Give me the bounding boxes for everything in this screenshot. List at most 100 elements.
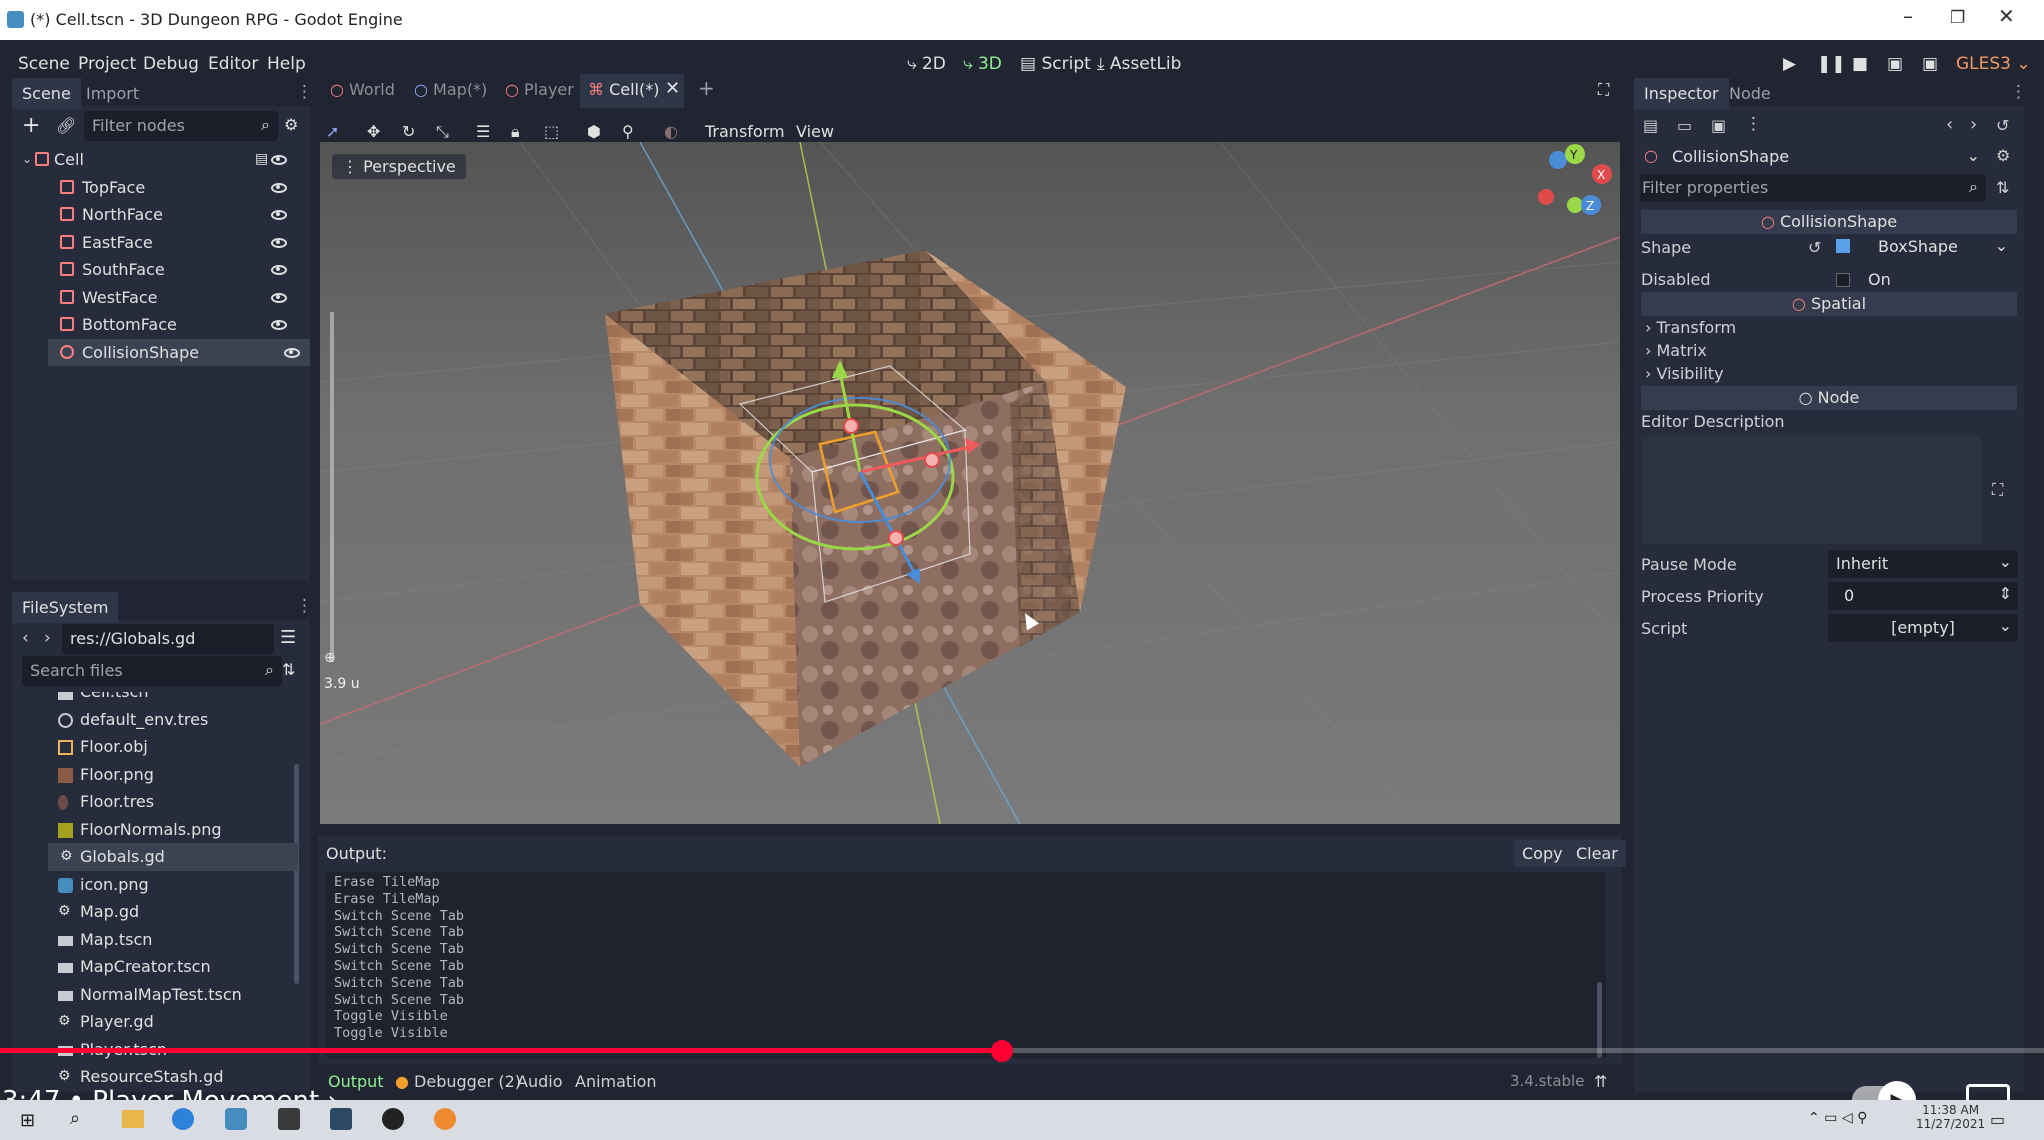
split-view-icon[interactable]: ☰	[280, 627, 296, 648]
app-icon[interactable]	[382, 1108, 404, 1130]
path-field[interactable]: res://Globals.gd	[62, 624, 274, 654]
script-resource-picker[interactable]: [empty] ⌄	[1828, 614, 2018, 642]
process-priority-spinbox[interactable]: 0 ⇕	[1828, 582, 2018, 610]
object-selector[interactable]: ○ CollisionShape ⌄	[1640, 144, 1990, 172]
lock-icon[interactable]: 🔒︎	[511, 122, 520, 142]
app-icon[interactable]	[278, 1108, 300, 1130]
file-item[interactable]: default_env.tres	[12, 706, 272, 734]
tab-filesystem[interactable]: FileSystem	[12, 592, 119, 623]
search-icon[interactable]: ⌕	[70, 1108, 80, 1129]
stop-icon[interactable]: ■	[1852, 54, 1868, 74]
tree-item-eastface[interactable]: EastFace	[12, 229, 297, 256]
mode-assetlib-button[interactable]: ⤓ AssetLib	[1097, 54, 1181, 74]
history-forward-icon[interactable]: ›	[1970, 114, 1977, 135]
tree-item-southface[interactable]: SouthFace	[12, 256, 297, 283]
view-menu[interactable]: View	[796, 122, 834, 141]
restore-icon[interactable]: ❐	[1950, 8, 1965, 28]
select-tool-icon[interactable]: ➚	[326, 122, 339, 141]
snap-icon[interactable]: ⚲	[622, 122, 634, 141]
renderer-select[interactable]: GLES3 ⌄	[1956, 54, 2031, 74]
mode-2d-button[interactable]: ⤷ 2D	[907, 54, 946, 74]
scene-options-icon[interactable]: ⚙	[284, 115, 298, 134]
output-scrollbar[interactable]	[1597, 982, 1602, 1058]
tree-item-northface[interactable]: NorthFace	[12, 201, 297, 228]
system-tray-icons[interactable]: ⌃ ▭ ◁ ⚲	[1808, 1110, 1867, 1126]
visibility-eye-icon[interactable]	[271, 155, 287, 165]
visibility-eye-icon[interactable]	[271, 292, 287, 303]
zoom-slider[interactable]	[330, 312, 334, 662]
history-icon[interactable]: ↺	[1996, 116, 2009, 135]
local-space-icon[interactable]: ⬢	[587, 122, 601, 141]
new-tab-icon[interactable]: +	[698, 76, 715, 100]
link-icon[interactable]: 🔗︎	[56, 116, 76, 135]
tab-world[interactable]: ○ World	[330, 80, 395, 99]
script-attached-icon[interactable]: ▤	[255, 146, 268, 173]
orientation-gizmo[interactable]: Y X Z	[1538, 144, 1612, 215]
file-item-selected[interactable]: ⚙ Globals.gd	[48, 843, 298, 871]
tree-item-bottomface[interactable]: BottomFace	[12, 311, 297, 338]
disabled-checkbox[interactable]: On	[1834, 268, 2014, 292]
new-resource-icon[interactable]: ▤	[1643, 116, 1658, 135]
file-explorer-icon[interactable]	[122, 1110, 144, 1128]
file-item[interactable]: Floor.png	[12, 761, 272, 789]
fullscreen-icon[interactable]: ⛶	[1598, 80, 1609, 100]
file-item[interactable]: MapCreator.tscn	[12, 953, 272, 981]
tree-item-collisionshape[interactable]: CollisionShape	[48, 338, 310, 366]
visibility-eye-icon[interactable]	[271, 182, 287, 193]
kebab-menu-icon[interactable]: ⋮	[296, 82, 313, 102]
back-arrow-icon[interactable]: ‹	[22, 628, 29, 648]
visibility-eye-icon[interactable]	[284, 347, 300, 358]
editor-description-textarea[interactable]	[1641, 436, 1981, 544]
play-custom-scene-icon[interactable]: ▣	[1922, 54, 1938, 74]
visibility-eye-icon[interactable]	[271, 265, 287, 275]
shape-resource-picker[interactable]: BoxShape ⌄	[1834, 234, 2014, 260]
visibility-eye-icon[interactable]	[271, 237, 287, 248]
group-matrix[interactable]: › Matrix	[1645, 341, 1707, 360]
file-list-scrollbar[interactable]	[294, 764, 299, 984]
expand-panel-icon[interactable]: ⇈	[1594, 1072, 1607, 1091]
close-icon[interactable]: ✕	[1998, 4, 2015, 28]
menu-project[interactable]: Project	[78, 54, 136, 74]
tab-scene[interactable]: Scene	[12, 78, 81, 109]
history-back-icon[interactable]: ‹	[1946, 114, 1953, 135]
reset-icon[interactable]: ↺	[1808, 238, 1821, 257]
mode-3d-button[interactable]: ⤷ 3D	[963, 54, 1002, 74]
file-item[interactable]: icon.png	[12, 871, 272, 899]
file-item[interactable]: Cell.tscn	[12, 692, 272, 706]
list-select-icon[interactable]: ☰	[476, 122, 490, 141]
add-node-icon[interactable]: +	[22, 113, 40, 138]
search-files-input[interactable]: Search files ⌕	[22, 656, 282, 686]
menu-debug[interactable]: Debug	[143, 54, 199, 74]
play-scene-icon[interactable]: ▣	[1887, 54, 1903, 74]
chevron-down-icon[interactable]: ⌄	[22, 146, 32, 173]
group-transform[interactable]: › Transform	[1645, 318, 1736, 337]
sort-icon[interactable]: ⇅	[282, 660, 295, 679]
file-item[interactable]: Floor.obj	[12, 733, 272, 761]
menu-help[interactable]: Help	[267, 54, 306, 74]
clock[interactable]: 11:38 AM 11/27/2021	[1916, 1103, 1985, 1131]
pause-mode-select[interactable]: Inherit ⌄	[1828, 550, 2018, 578]
edge-browser-icon[interactable]	[172, 1108, 194, 1130]
file-item[interactable]: Map.tscn	[12, 926, 272, 954]
godot-icon[interactable]	[225, 1108, 247, 1130]
zoom-icon[interactable]: ⊕	[324, 650, 336, 666]
tab-player[interactable]: ○ Player	[505, 80, 574, 99]
bottom-tab-debugger[interactable]: ● Debugger (2)	[395, 1072, 521, 1091]
menu-scene[interactable]: Scene	[18, 54, 70, 74]
play-icon[interactable]: ▶	[1783, 54, 1796, 74]
video-progress-knob[interactable]	[990, 1040, 1013, 1062]
file-item[interactable]: ⚙ Player.gd	[12, 1008, 272, 1036]
windows-start-icon[interactable]: ⊞	[20, 1110, 35, 1131]
bottom-tab-audio[interactable]: Audio	[517, 1072, 562, 1091]
3d-viewport[interactable]: Y X Z ⋮ Perspective ⊕ 3.9 u	[320, 142, 1620, 824]
minimize-icon[interactable]: –	[1903, 4, 1913, 28]
copy-button[interactable]: Copy	[1514, 840, 1571, 867]
visibility-eye-icon[interactable]	[271, 210, 287, 220]
tree-item-topface[interactable]: TopFace	[12, 174, 297, 201]
file-item[interactable]: NormalMapTest.tscn	[12, 981, 272, 1009]
menu-editor[interactable]: Editor	[208, 54, 258, 74]
open-folder-icon[interactable]: ▭	[1677, 116, 1692, 135]
scale-tool-icon[interactable]: ⤡	[436, 122, 449, 142]
kebab-menu-icon[interactable]: ⋮	[296, 596, 313, 616]
close-tab-icon[interactable]: ✕	[665, 78, 680, 99]
